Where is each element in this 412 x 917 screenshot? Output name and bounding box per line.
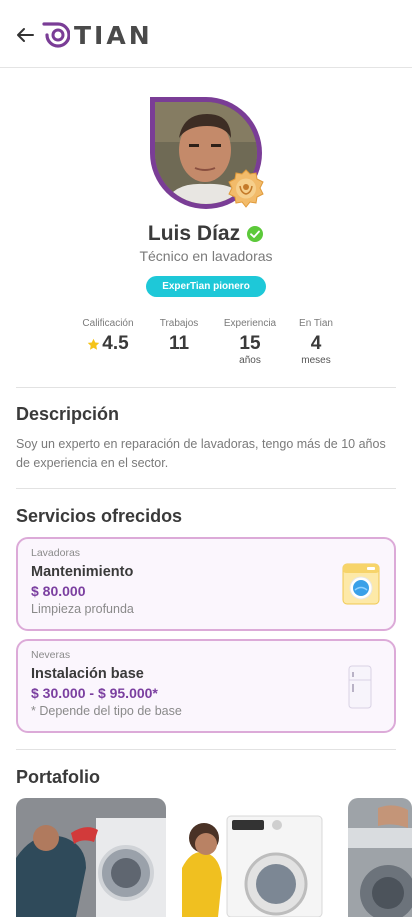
service-name: Mantenimiento xyxy=(31,564,134,580)
service-price: $ 80.000 xyxy=(31,583,86,599)
service-note: Limpieza profunda xyxy=(31,602,134,616)
washing-machine-icon xyxy=(342,563,380,605)
stat-jobs: Trabajos 11 xyxy=(152,318,206,355)
verified-check-icon xyxy=(247,226,264,242)
stat-value-row: 4.5 xyxy=(76,333,140,355)
portfolio-photo xyxy=(348,798,412,917)
portfolio-image-1[interactable] xyxy=(16,798,166,917)
stat-rating: Calificación 4.5 xyxy=(76,318,140,355)
portfolio-photo xyxy=(16,798,166,917)
star-icon xyxy=(88,338,100,350)
stat-tenure: En Tian 4 meses xyxy=(292,318,340,366)
profile-name: Luis Díaz xyxy=(147,222,241,245)
service-card-installation[interactable]: Neveras Instalación base $ 30.000 - $ 95… xyxy=(16,639,396,733)
back-arrow-icon[interactable] xyxy=(14,24,36,46)
profile-name-row: Luis Díaz xyxy=(0,222,412,246)
divider xyxy=(16,749,396,750)
description-title: Descripción xyxy=(16,404,120,424)
fridge-icon xyxy=(348,665,372,709)
brand-name: TIAN xyxy=(74,20,153,50)
portfolio-image-3[interactable] xyxy=(348,798,412,917)
portfolio-title: Portafolio xyxy=(16,767,100,787)
tian-logo-icon xyxy=(42,22,70,48)
profile-role: Técnico en lavadoras xyxy=(139,248,273,264)
pioneer-medal-icon xyxy=(228,169,264,208)
service-price: $ 30.000 - $ 95.000* xyxy=(31,685,158,701)
stat-label: En Tian xyxy=(299,318,333,329)
stat-value: 11 xyxy=(168,333,190,354)
description-text: Soy un experto en reparación de lavadora… xyxy=(16,437,386,470)
stat-unit: meses xyxy=(301,355,331,366)
service-name: Instalación base xyxy=(31,666,144,682)
service-note: * Depende del tipo de base xyxy=(31,704,182,718)
profile-avatar xyxy=(150,97,264,209)
portfolio-image-2[interactable] xyxy=(182,798,332,917)
tian-logo: TIAN xyxy=(40,20,153,50)
stat-value: 4 xyxy=(310,333,322,354)
service-card-maintenance[interactable]: Lavadoras Mantenimiento $ 80.000 Limpiez… xyxy=(16,537,396,631)
service-category: Lavadoras xyxy=(31,547,81,559)
stat-value: 15 xyxy=(239,333,261,354)
divider xyxy=(16,387,396,388)
expertian-badge: ExperTian pionero xyxy=(146,276,266,297)
divider xyxy=(16,488,396,489)
stat-experience: Experiencia 15 años xyxy=(217,318,283,366)
stat-label: Calificación xyxy=(82,318,134,329)
stat-unit: años xyxy=(239,355,261,366)
stat-label: Trabajos xyxy=(159,318,199,329)
stat-label: Experiencia xyxy=(223,318,277,329)
services-title: Servicios ofrecidos xyxy=(16,506,183,526)
service-category: Neveras xyxy=(31,649,71,661)
portfolio-photo xyxy=(182,798,332,917)
stat-value: 4.5 xyxy=(102,333,129,354)
app-header: TIAN xyxy=(0,0,412,68)
